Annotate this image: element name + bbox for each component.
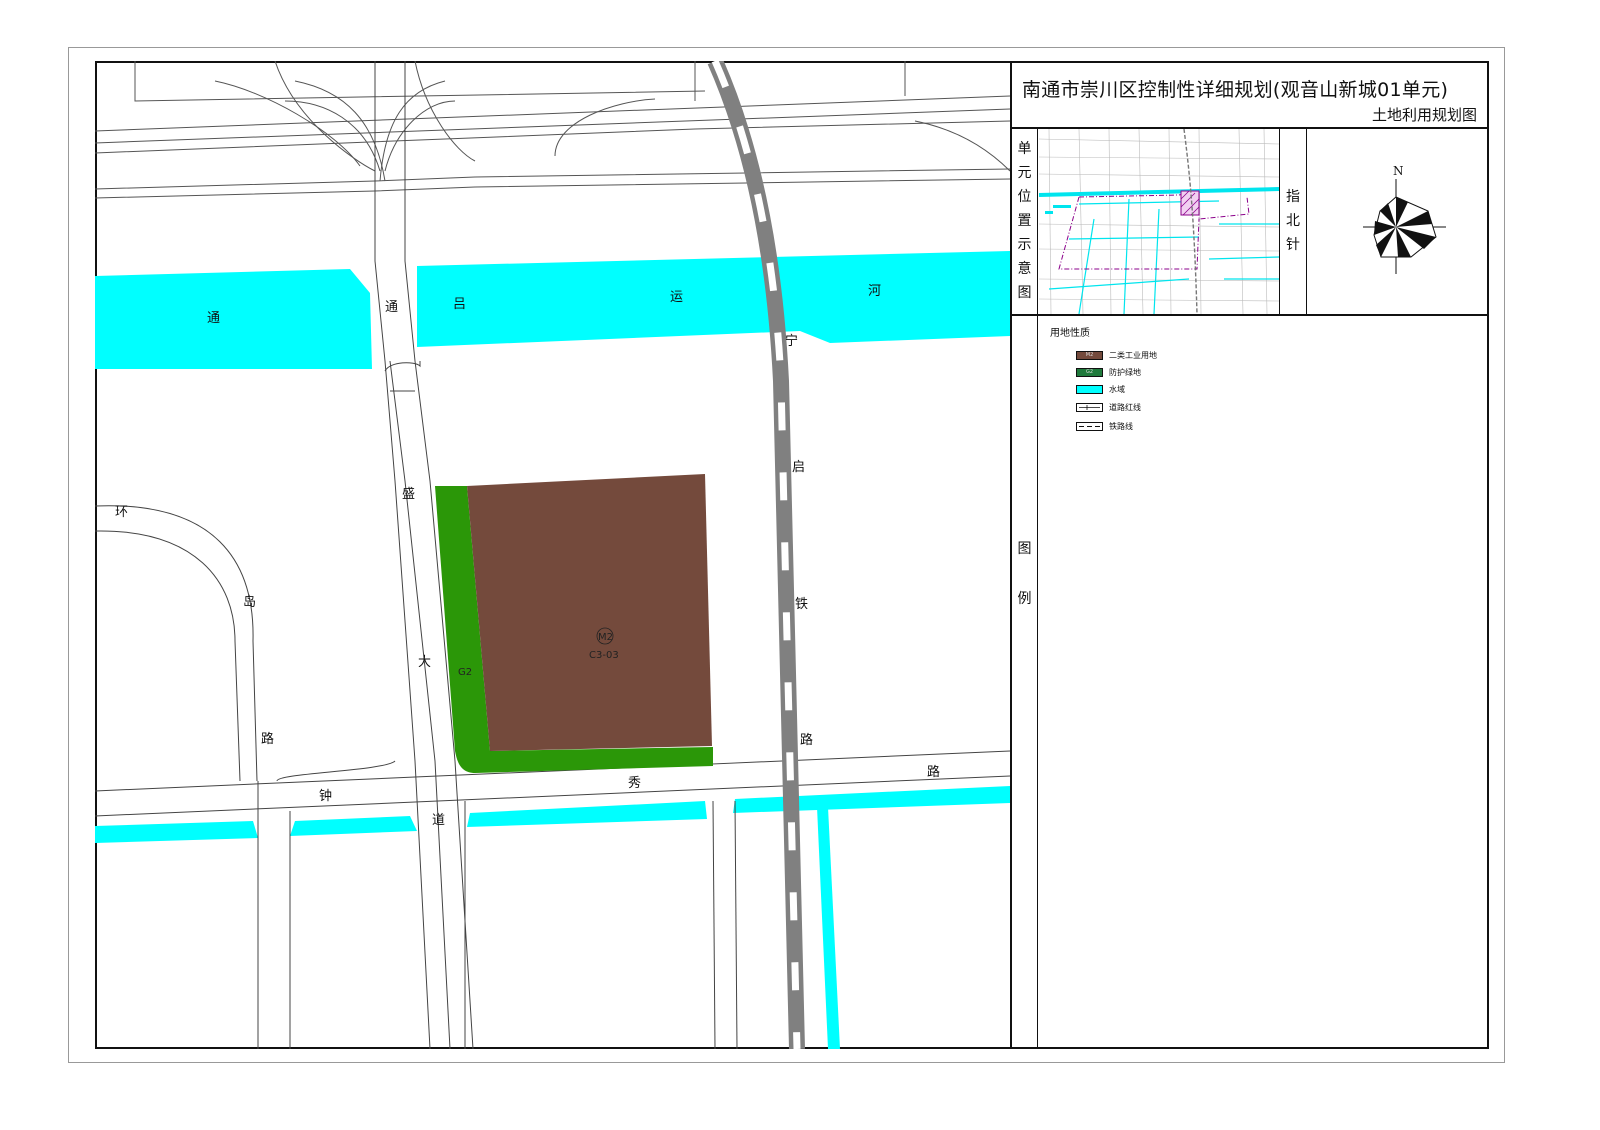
south-water-strip: [467, 801, 707, 827]
tonglv-canal-east: [417, 251, 1010, 347]
south-water-strip: [733, 786, 1010, 813]
label-railway-2: 启: [792, 460, 805, 475]
location-inset-map: [1039, 129, 1279, 314]
tonglv-canal: [95, 269, 372, 369]
northern-road-network: [95, 61, 1010, 199]
label-railway-3: 铁: [795, 597, 808, 612]
legend-label: 图 例: [1012, 316, 1038, 1047]
legend-swatch: [1076, 402, 1103, 412]
legend-swatch: M2: [1076, 350, 1103, 360]
label-canal-west: 通: [207, 311, 220, 326]
parcel-id: C3-03: [589, 650, 619, 661]
label-zhongxiu-1: 钟: [319, 788, 332, 804]
label-tongsheng-4: 道: [432, 813, 445, 828]
label-railway-4: 路: [800, 732, 813, 748]
green-code: G2: [458, 667, 472, 678]
map-title: 南通市崇川区控制性详细规划(观音山新城01单元): [1022, 79, 1449, 101]
label-zhongxiu-2: 秀: [628, 776, 641, 791]
info-panel: 南通市崇川区控制性详细规划(观音山新城01单元) 土地利用规划图 单 元 位 置…: [1010, 61, 1489, 1049]
label-railway-1: 宁: [785, 333, 798, 349]
legend-title: 用地性质: [1050, 328, 1090, 339]
industrial-parcel-c3-03: [467, 474, 712, 751]
legend-item-industrial: M2 二类工业用地: [1076, 349, 1157, 361]
map-subtitle: 土地利用规划图: [1371, 106, 1477, 124]
label-canal-3: 运: [670, 290, 683, 305]
label-canal-4: 河: [868, 284, 881, 299]
north-arrow-icon: N: [1363, 164, 1446, 274]
legend-item-railway: 铁路线: [1076, 420, 1133, 432]
label-huandao-2: 岛: [243, 594, 256, 610]
label-huandao-3: 路: [261, 731, 274, 747]
legend-swatch: [1076, 384, 1103, 394]
legend-item-road-line: 道路红线: [1076, 401, 1141, 413]
parcel-code: M2: [598, 632, 613, 643]
legend-item-water: 水域: [1076, 383, 1125, 395]
legend-swatch: [1076, 421, 1103, 431]
label-huandao-1: 环: [115, 505, 128, 520]
legend-item-green: G2 防护绿地: [1076, 366, 1141, 378]
huandao-road: [95, 505, 396, 1049]
south-water-strip: [290, 816, 417, 836]
position-label: 单 元 位 置 示 意 图: [1012, 129, 1038, 314]
label-tongsheng-3: 大: [418, 655, 431, 670]
label-canal-2: 吕: [453, 297, 466, 312]
land-use-map: 通 通 吕 运 河 盛 大 道 宁 启 铁 路 环 岛 路 钟 秀 路 M2 C…: [95, 61, 1010, 1049]
north-label: 指 北 针: [1279, 129, 1307, 314]
legend-swatch: G2: [1076, 367, 1103, 377]
south-water-strip: [95, 821, 258, 843]
label-zhongxiu-3: 路: [927, 764, 940, 780]
label-canal-1: 通: [385, 300, 398, 315]
legend: 用地性质 M2 二类工业用地 G2 防护绿地 水域 道路红线 铁路线: [1038, 316, 1489, 1047]
title-block: 南通市崇川区控制性详细规划(观音山新城01单元) 土地利用规划图: [1012, 61, 1489, 129]
vertical-water-channel: [817, 807, 840, 1049]
label-tongsheng-2: 盛: [402, 487, 415, 502]
svg-text:N: N: [1393, 164, 1404, 178]
